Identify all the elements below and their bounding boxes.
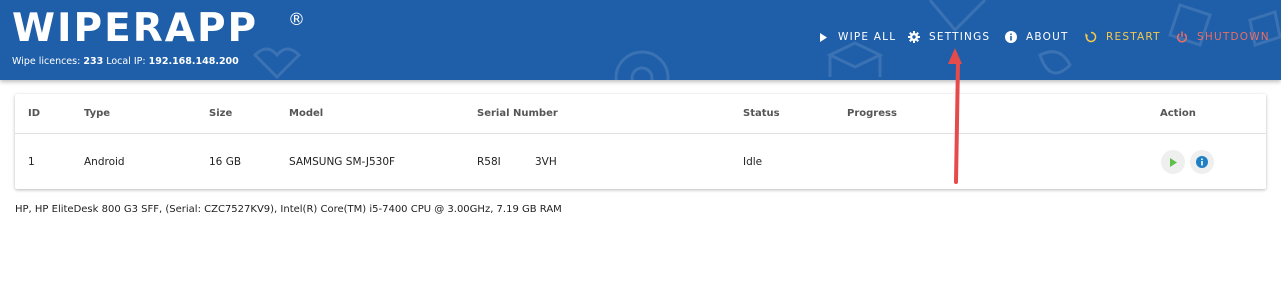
cell-serial-end: 3VH bbox=[535, 156, 557, 168]
device-info-button[interactable] bbox=[1190, 150, 1214, 174]
licence-info: Wipe licences: 233 Local IP: 192.168.148… bbox=[12, 56, 239, 67]
column-header-status: Status bbox=[743, 108, 780, 119]
devices-table: ID Type Size Model Serial Number Status … bbox=[15, 94, 1266, 189]
licences-count: 233 bbox=[83, 56, 104, 67]
cell-model: SAMSUNG SM-J530F bbox=[289, 156, 396, 168]
cell-serial-start: R58I bbox=[477, 156, 501, 168]
info-icon bbox=[1196, 156, 1208, 168]
column-header-id: ID bbox=[28, 108, 41, 119]
settings-label: SETTINGS bbox=[929, 31, 991, 43]
restart-button[interactable]: RESTART bbox=[1085, 28, 1161, 46]
wipe-all-label: WIPE ALL bbox=[838, 31, 897, 43]
ip-value: 192.168.148.200 bbox=[148, 56, 239, 67]
settings-button[interactable]: SETTINGS bbox=[908, 28, 990, 46]
start-wipe-button[interactable] bbox=[1161, 150, 1185, 174]
app-logo: WIPERAPP bbox=[12, 6, 259, 51]
cell-type: Android bbox=[84, 156, 125, 168]
restart-label: RESTART bbox=[1106, 31, 1161, 43]
ip-label: Local IP: bbox=[106, 56, 146, 67]
cell-status: Idle bbox=[743, 156, 763, 168]
cell-id: 1 bbox=[28, 156, 35, 168]
about-button[interactable]: ABOUT bbox=[1005, 28, 1069, 46]
system-info: HP, HP EliteDesk 800 G3 SFF, (Serial: CZ… bbox=[15, 204, 562, 215]
column-header-model: Model bbox=[289, 108, 324, 119]
column-header-serial-number: Serial Number bbox=[477, 108, 558, 119]
gear-icon bbox=[908, 31, 920, 43]
licences-label: Wipe licences: bbox=[12, 56, 81, 67]
shutdown-button[interactable]: SHUTDOWN bbox=[1176, 28, 1270, 46]
play-icon bbox=[817, 31, 829, 43]
shutdown-label: SHUTDOWN bbox=[1197, 31, 1270, 43]
column-header-action: Action bbox=[1160, 108, 1196, 119]
play-icon bbox=[1170, 157, 1177, 167]
power-icon bbox=[1176, 31, 1188, 43]
column-header-size: Size bbox=[209, 108, 233, 119]
wipe-all-button[interactable]: WIPE ALL bbox=[817, 28, 896, 46]
cell-size: 16 GB bbox=[209, 156, 242, 168]
registered-mark: ® bbox=[288, 10, 305, 30]
app-header: WIPERAPP ® Wipe licences: 233 Local IP: … bbox=[0, 0, 1281, 80]
restart-icon bbox=[1085, 31, 1097, 43]
header-divider bbox=[15, 133, 1266, 134]
column-header-type: Type bbox=[84, 108, 111, 119]
column-header-progress: Progress bbox=[847, 108, 897, 119]
info-icon bbox=[1005, 31, 1017, 43]
about-label: ABOUT bbox=[1026, 31, 1069, 43]
